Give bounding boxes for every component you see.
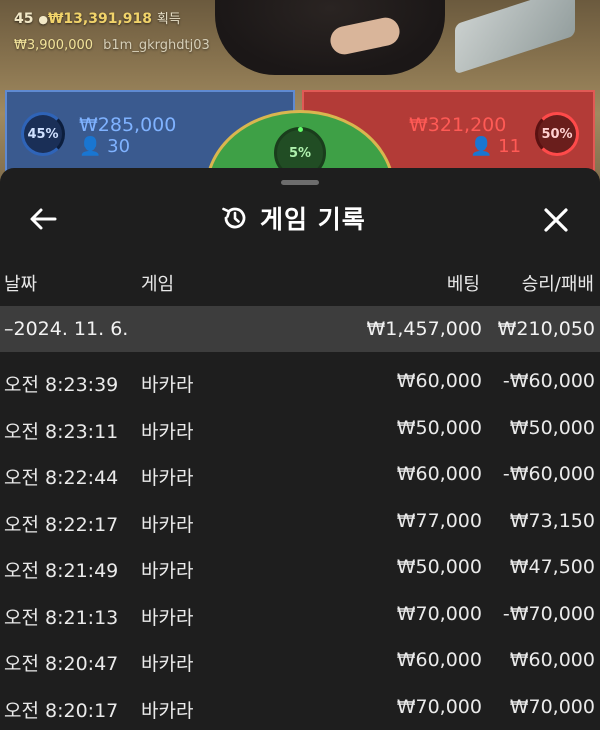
history-row[interactable]: 오전 8:23:11 바카라 ₩50,000 ₩50,000 — [0, 405, 600, 452]
row-time: 오전 8:21:49 — [4, 556, 118, 583]
row-time: 오전 8:23:39 — [4, 370, 118, 397]
column-header-game: 게임 — [141, 270, 174, 296]
row-bet: ₩50,000 — [397, 417, 482, 439]
history-row[interactable]: 오전 8:20:17 바카라 ₩70,000 ₩70,000 — [0, 684, 600, 730]
person-icon: 👤 — [470, 136, 492, 157]
arrow-left-icon — [29, 207, 57, 231]
person-icon: 👤 — [79, 136, 101, 157]
banker-percent: 50% — [541, 127, 572, 142]
row-win-loss: -₩70,000 — [503, 603, 595, 625]
round-winnings-line: 45 ●₩13,391,918 획득 — [14, 8, 181, 27]
history-row[interactable]: 오전 8:22:44 바카라 ₩60,000 -₩60,000 — [0, 451, 600, 498]
page-title: 게임 기록 — [260, 200, 366, 236]
column-header-bet: 베팅 — [447, 270, 480, 296]
row-bet: ₩50,000 — [397, 556, 482, 578]
row-win-loss: ₩47,500 — [510, 556, 595, 578]
row-win-loss: ₩50,000 — [510, 417, 595, 439]
row-bet: ₩60,000 — [397, 649, 482, 671]
row-game: 바카라 — [141, 603, 193, 630]
row-time: 오전 8:23:11 — [4, 417, 118, 444]
row-game: 바카라 — [141, 696, 193, 723]
winnings-suffix: 획득 — [157, 12, 181, 27]
history-icon — [220, 203, 250, 233]
balance-amount: ₩3,900,000 — [14, 38, 93, 53]
sheet-header: 게임 기록 — [220, 198, 366, 238]
tie-percent: 5% — [289, 146, 311, 161]
player-bettor-count: 30 — [107, 136, 130, 157]
live-video-area: 45 ●₩13,391,918 획득 ₩3,900,000 b1m_gkrghd… — [0, 0, 600, 190]
banker-bettor-count-row: 👤 11 — [470, 136, 521, 157]
row-game: 바카라 — [141, 463, 193, 490]
row-time: 오전 8:20:47 — [4, 649, 118, 676]
user-id: b1m_gkrghdtj03 — [103, 38, 210, 53]
row-bet: ₩60,000 — [397, 370, 482, 392]
banker-bet-amount: ₩321,200 — [409, 114, 506, 136]
history-row[interactable]: 오전 8:20:47 바카라 ₩60,000 ₩60,000 — [0, 637, 600, 684]
row-time: 오전 8:20:17 — [4, 696, 118, 723]
player-bettor-count-row: 👤 30 — [79, 136, 130, 157]
summary-bet-total: ₩1,457,000 — [367, 318, 482, 340]
column-header-win-loss: 승리/패배 — [522, 270, 594, 296]
close-icon — [543, 207, 569, 233]
row-game: 바카라 — [141, 510, 193, 537]
row-time: 오전 8:22:17 — [4, 510, 118, 537]
row-bet: ₩60,000 — [397, 463, 482, 485]
close-button[interactable] — [538, 202, 574, 238]
column-header-date: 날짜 — [4, 270, 37, 296]
game-history-sheet: 게임 기록 날짜 게임 베팅 승리/패배 –2024. 11. 6. ₩1,45… — [0, 168, 600, 728]
row-win-loss: -₩60,000 — [503, 463, 595, 485]
row-game: 바카라 — [141, 649, 193, 676]
row-bet: ₩70,000 — [397, 696, 482, 718]
winnings-amount: ₩13,391,918 — [48, 11, 152, 27]
row-win-loss: ₩70,000 — [510, 696, 595, 718]
history-list: 오전 8:23:39 바카라 ₩60,000 -₩60,000 오전 8:23:… — [0, 358, 600, 730]
card-shoe — [455, 0, 575, 74]
row-bet: ₩70,000 — [397, 603, 482, 625]
row-win-loss: ₩60,000 — [510, 649, 595, 671]
tie-indicator-dot — [298, 127, 303, 132]
row-bet: ₩77,000 — [397, 510, 482, 532]
player-percent-ring: 45% — [21, 112, 65, 156]
balance-line: ₩3,900,000 b1m_gkrghdtj03 — [14, 38, 210, 53]
back-button[interactable] — [26, 202, 60, 236]
player-percent: 45% — [27, 127, 58, 142]
row-time: 오전 8:22:44 — [4, 463, 118, 490]
player-bet-amount: ₩285,000 — [79, 114, 176, 136]
row-game: 바카라 — [141, 556, 193, 583]
banker-percent-ring: 50% — [535, 112, 579, 156]
row-win-loss: -₩60,000 — [503, 370, 595, 392]
sheet-drag-handle[interactable] — [281, 180, 319, 185]
person-icon: ● — [38, 13, 48, 26]
history-row[interactable]: 오전 8:23:39 바카라 ₩60,000 -₩60,000 — [0, 358, 600, 405]
row-game: 바카라 — [141, 370, 193, 397]
summary-date: –2024. 11. 6. — [4, 318, 128, 340]
row-game: 바카라 — [141, 417, 193, 444]
row-time: 오전 8:21:13 — [4, 603, 118, 630]
row-win-loss: ₩73,150 — [510, 510, 595, 532]
banker-bettor-count: 11 — [498, 136, 521, 157]
history-row[interactable]: 오전 8:21:49 바카라 ₩50,000 ₩47,500 — [0, 544, 600, 591]
round-number: 45 — [14, 11, 33, 27]
history-row[interactable]: 오전 8:21:13 바카라 ₩70,000 -₩70,000 — [0, 591, 600, 638]
date-summary-row[interactable]: –2024. 11. 6. ₩1,457,000 ₩210,050 — [0, 306, 600, 352]
history-row[interactable]: 오전 8:22:17 바카라 ₩77,000 ₩73,150 — [0, 498, 600, 545]
summary-win-loss-total: ₩210,050 — [498, 318, 595, 340]
